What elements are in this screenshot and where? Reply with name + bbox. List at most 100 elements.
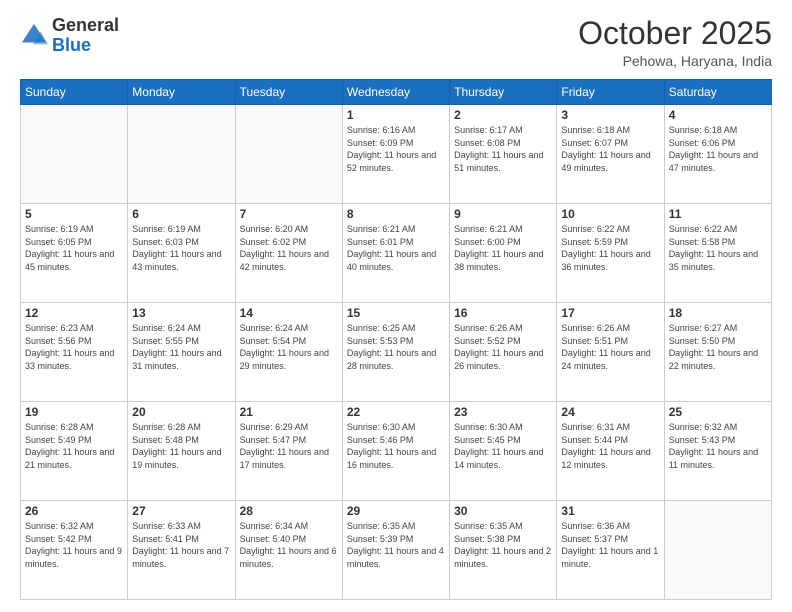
day-info: Sunrise: 6:19 AMSunset: 6:03 PMDaylight:… — [132, 223, 230, 273]
day-info: Sunrise: 6:22 AMSunset: 5:59 PMDaylight:… — [561, 223, 659, 273]
day-number: 30 — [454, 504, 552, 518]
logo-general: General — [52, 16, 119, 36]
day-number: 28 — [240, 504, 338, 518]
weekday-header-saturday: Saturday — [664, 80, 771, 105]
day-number: 5 — [25, 207, 123, 221]
page: General Blue October 2025 Pehowa, Haryan… — [0, 0, 792, 612]
day-number: 21 — [240, 405, 338, 419]
day-info: Sunrise: 6:28 AMSunset: 5:49 PMDaylight:… — [25, 421, 123, 471]
day-number: 17 — [561, 306, 659, 320]
day-info: Sunrise: 6:24 AMSunset: 5:54 PMDaylight:… — [240, 322, 338, 372]
calendar-cell: 22Sunrise: 6:30 AMSunset: 5:46 PMDayligh… — [342, 402, 449, 501]
day-number: 13 — [132, 306, 230, 320]
weekday-header-sunday: Sunday — [21, 80, 128, 105]
day-number: 11 — [669, 207, 767, 221]
calendar-cell: 3 Sunrise: 6:18 AMSunset: 6:07 PMDaylight… — [557, 105, 664, 204]
day-info: Sunrise: 6:35 AMSunset: 5:39 PMDaylight:… — [347, 520, 445, 570]
calendar-cell: 30 Sunrise: 6:35 AMSunset: 5:38 PMDayligh… — [450, 501, 557, 600]
day-info: Sunrise: 6:19 AMSunset: 6:05 PMDaylight:… — [25, 223, 123, 273]
calendar-cell: 12 Sunrise: 6:23 AMSunset: 5:56 PMDayligh… — [21, 303, 128, 402]
weekday-header-thursday: Thursday — [450, 80, 557, 105]
calendar-cell: 25Sunrise: 6:32 AMSunset: 5:43 PMDayligh… — [664, 402, 771, 501]
calendar-cell: 23 Sunrise: 6:30 AMSunset: 5:45 PMDayligh… — [450, 402, 557, 501]
calendar-cell: 20Sunrise: 6:28 AMSunset: 5:48 PMDayligh… — [128, 402, 235, 501]
header: General Blue October 2025 Pehowa, Haryan… — [20, 16, 772, 69]
day-number: 2 — [454, 108, 552, 122]
calendar-cell: 16 Sunrise: 6:26 AMSunset: 5:52 PMDayligh… — [450, 303, 557, 402]
day-number: 27 — [132, 504, 230, 518]
day-number: 3 — [561, 108, 659, 122]
day-number: 23 — [454, 405, 552, 419]
weekday-header-monday: Monday — [128, 80, 235, 105]
calendar-cell: 18 Sunrise: 6:27 AMSunset: 5:50 PMDayligh… — [664, 303, 771, 402]
day-info: Sunrise: 6:29 AMSunset: 5:47 PMDaylight:… — [240, 421, 338, 471]
day-number: 24 — [561, 405, 659, 419]
calendar-cell: 4Sunrise: 6:18 AMSunset: 6:06 PMDaylight… — [664, 105, 771, 204]
day-number: 14 — [240, 306, 338, 320]
day-info: Sunrise: 6:30 AMSunset: 5:46 PMDaylight:… — [347, 421, 445, 471]
day-info: Sunrise: 6:21 AMSunset: 6:00 PMDaylight:… — [454, 223, 552, 273]
calendar-cell: 31 Sunrise: 6:36 AMSunset: 5:37 PMDayligh… — [557, 501, 664, 600]
day-info: Sunrise: 6:34 AMSunset: 5:40 PMDaylight:… — [240, 520, 338, 570]
logo: General Blue — [20, 16, 119, 56]
calendar-cell: 21 Sunrise: 6:29 AMSunset: 5:47 PMDayligh… — [235, 402, 342, 501]
day-number: 15 — [347, 306, 445, 320]
day-info: Sunrise: 6:23 AMSunset: 5:56 PMDaylight:… — [25, 322, 123, 372]
calendar-cell — [21, 105, 128, 204]
calendar-cell: 28 Sunrise: 6:34 AMSunset: 5:40 PMDayligh… — [235, 501, 342, 600]
day-info: Sunrise: 6:18 AMSunset: 6:07 PMDaylight:… — [561, 124, 659, 174]
logo-text: General Blue — [52, 16, 119, 56]
calendar-cell: 26 Sunrise: 6:32 AMSunset: 5:42 PMDayligh… — [21, 501, 128, 600]
day-number: 19 — [25, 405, 123, 419]
day-number: 6 — [132, 207, 230, 221]
title-block: October 2025 Pehowa, Haryana, India — [578, 16, 772, 69]
day-info: Sunrise: 6:24 AMSunset: 5:55 PMDaylight:… — [132, 322, 230, 372]
day-info: Sunrise: 6:33 AMSunset: 5:41 PMDaylight:… — [132, 520, 230, 570]
calendar-cell: 17Sunrise: 6:26 AMSunset: 5:51 PMDayligh… — [557, 303, 664, 402]
week-row-4: 19 Sunrise: 6:28 AMSunset: 5:49 PMDayligh… — [21, 402, 772, 501]
day-number: 20 — [132, 405, 230, 419]
logo-icon — [20, 22, 48, 50]
logo-blue: Blue — [52, 36, 119, 56]
week-row-3: 12 Sunrise: 6:23 AMSunset: 5:56 PMDayligh… — [21, 303, 772, 402]
calendar-cell: 19 Sunrise: 6:28 AMSunset: 5:49 PMDayligh… — [21, 402, 128, 501]
calendar-cell: 8Sunrise: 6:21 AMSunset: 6:01 PMDaylight… — [342, 204, 449, 303]
day-info: Sunrise: 6:36 AMSunset: 5:37 PMDaylight:… — [561, 520, 659, 570]
location: Pehowa, Haryana, India — [578, 53, 772, 69]
day-info: Sunrise: 6:20 AMSunset: 6:02 PMDaylight:… — [240, 223, 338, 273]
calendar-cell: 27 Sunrise: 6:33 AMSunset: 5:41 PMDayligh… — [128, 501, 235, 600]
calendar-cell: 1Sunrise: 6:16 AMSunset: 6:09 PMDaylight… — [342, 105, 449, 204]
day-number: 16 — [454, 306, 552, 320]
day-number: 1 — [347, 108, 445, 122]
week-row-5: 26 Sunrise: 6:32 AMSunset: 5:42 PMDayligh… — [21, 501, 772, 600]
day-number: 4 — [669, 108, 767, 122]
day-number: 18 — [669, 306, 767, 320]
day-number: 26 — [25, 504, 123, 518]
day-info: Sunrise: 6:26 AMSunset: 5:52 PMDaylight:… — [454, 322, 552, 372]
calendar-cell: 14 Sunrise: 6:24 AMSunset: 5:54 PMDayligh… — [235, 303, 342, 402]
calendar-cell: 15 Sunrise: 6:25 AMSunset: 5:53 PMDayligh… — [342, 303, 449, 402]
weekday-header-wednesday: Wednesday — [342, 80, 449, 105]
day-number: 7 — [240, 207, 338, 221]
day-info: Sunrise: 6:25 AMSunset: 5:53 PMDaylight:… — [347, 322, 445, 372]
day-info: Sunrise: 6:30 AMSunset: 5:45 PMDaylight:… — [454, 421, 552, 471]
calendar-cell: 2 Sunrise: 6:17 AMSunset: 6:08 PMDaylight… — [450, 105, 557, 204]
day-info: Sunrise: 6:32 AMSunset: 5:42 PMDaylight:… — [25, 520, 123, 570]
day-number: 25 — [669, 405, 767, 419]
weekday-header-friday: Friday — [557, 80, 664, 105]
day-info: Sunrise: 6:27 AMSunset: 5:50 PMDaylight:… — [669, 322, 767, 372]
day-number: 8 — [347, 207, 445, 221]
calendar-cell: 6 Sunrise: 6:19 AMSunset: 6:03 PMDaylight… — [128, 204, 235, 303]
day-info: Sunrise: 6:17 AMSunset: 6:08 PMDaylight:… — [454, 124, 552, 174]
calendar-cell: 24Sunrise: 6:31 AMSunset: 5:44 PMDayligh… — [557, 402, 664, 501]
calendar-cell: 11Sunrise: 6:22 AMSunset: 5:58 PMDayligh… — [664, 204, 771, 303]
calendar-cell — [235, 105, 342, 204]
weekday-header-row: SundayMondayTuesdayWednesdayThursdayFrid… — [21, 80, 772, 105]
day-number: 12 — [25, 306, 123, 320]
calendar-cell — [128, 105, 235, 204]
calendar-cell: 5 Sunrise: 6:19 AMSunset: 6:05 PMDaylight… — [21, 204, 128, 303]
calendar-cell — [664, 501, 771, 600]
day-info: Sunrise: 6:35 AMSunset: 5:38 PMDaylight:… — [454, 520, 552, 570]
calendar-cell: 29Sunrise: 6:35 AMSunset: 5:39 PMDayligh… — [342, 501, 449, 600]
day-number: 31 — [561, 504, 659, 518]
